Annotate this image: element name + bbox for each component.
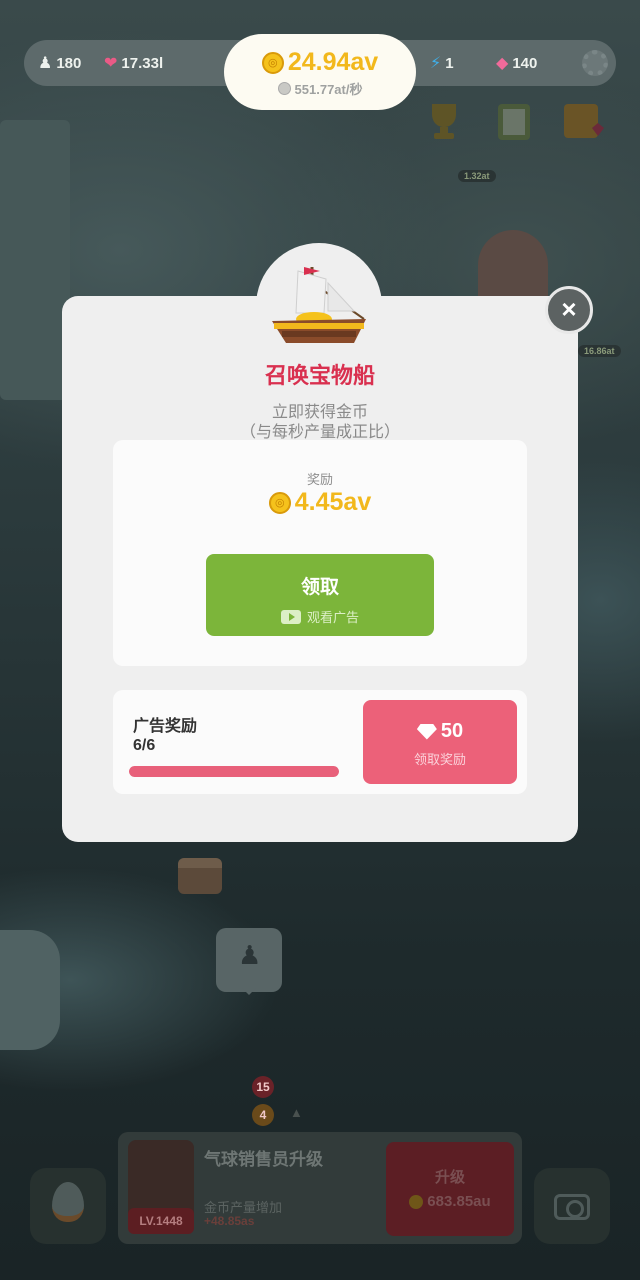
up-arrow-icon[interactable]: ▲ (290, 1105, 303, 1120)
camera-icon (554, 1194, 590, 1220)
gems-value: 140 (512, 54, 538, 72)
gold-coin-icon: ◎ (268, 491, 291, 514)
iceberg (0, 930, 60, 1050)
clipboard-icon[interactable] (494, 100, 534, 142)
notification-badge: 4 (252, 1104, 274, 1126)
dialog-description-note: （与每秒产量成正比） (239, 424, 400, 441)
gem-reward-amount: 50 (440, 720, 464, 742)
camera-button[interactable] (534, 1168, 610, 1244)
ad-reward-progress-bar (129, 766, 339, 777)
treasure-chest[interactable] (178, 858, 222, 894)
egg-button[interactable] (30, 1168, 106, 1244)
reward-label: 奖励 (306, 472, 333, 487)
dialog-title: 召唤宝物船 (264, 363, 375, 388)
claim-button-label: 领取 (300, 577, 339, 598)
building-income-label: 16.86at (578, 345, 621, 357)
building (478, 230, 548, 300)
hearts-stat: ❤ 17.33l (104, 40, 163, 86)
upgrade-button-label: 升级 (434, 1169, 465, 1186)
treasure-ship-icon (272, 267, 366, 343)
claim-ad-button[interactable]: 领取 观看广告 (206, 554, 434, 636)
gem-icon (416, 723, 437, 740)
energy-stat: ⚡ 1 (430, 40, 454, 86)
population-stat: ♟ 180 (38, 40, 81, 86)
penguin-icon: ♟ (238, 940, 262, 970)
gems-stat: ◆ 140 (496, 40, 537, 86)
upgrade-title: 气球销售员升级 (204, 1150, 323, 1169)
notification-badge: 15 (252, 1076, 274, 1098)
upgrade-button[interactable]: 升级 683.85au (386, 1142, 514, 1236)
trophy-icon[interactable] (424, 100, 464, 142)
gold-counter: ◎ 24.94av 551.77at/秒 (224, 34, 416, 110)
iceberg (0, 120, 70, 400)
gem-reward-button-label: 领取奖励 (413, 752, 466, 767)
ad-reward-count: 6/6 (133, 737, 156, 754)
rate-coin-icon (277, 82, 291, 95)
gold-rate-value: 551.77at/秒 (294, 82, 363, 97)
close-button[interactable]: × (545, 286, 593, 334)
claim-gem-reward-button[interactable]: 50 领取奖励 (363, 700, 517, 784)
close-icon: × (561, 294, 577, 324)
video-play-icon (280, 609, 301, 624)
energy-value: 1 (445, 54, 454, 72)
ad-reward-label: 广告奖励 (133, 718, 198, 735)
egg-icon (52, 1182, 84, 1222)
population-value: 180 (56, 54, 82, 72)
shop-icon[interactable] (562, 100, 604, 142)
level-badge: LV.1448 (128, 1208, 194, 1234)
ad-reward-progress-fill (129, 766, 339, 777)
gold-value: 24.94av (287, 48, 379, 76)
penguin-icon: ♟ (38, 55, 53, 72)
hearts-value: 17.33l (121, 54, 164, 72)
reward-amount: ◎ 4.45av (113, 488, 527, 517)
upgrade-cost: 683.85au (427, 1193, 491, 1210)
speech-bubble[interactable]: ♟ (216, 928, 282, 995)
gear-icon[interactable] (582, 50, 608, 76)
gold-coin-icon: ◎ (261, 51, 284, 74)
reward-amount-value: 4.45av (294, 488, 372, 516)
heart-icon: ❤ (104, 55, 118, 72)
upgrade-bonus: +48.85as (204, 1214, 255, 1228)
lightning-icon: ⚡ (430, 55, 442, 72)
building-income-label: 1.32at (458, 170, 496, 182)
gem-icon: ◆ (496, 55, 509, 72)
claim-button-sublabel: 观看广告 (306, 610, 359, 625)
gold-coin-icon (409, 1194, 424, 1209)
